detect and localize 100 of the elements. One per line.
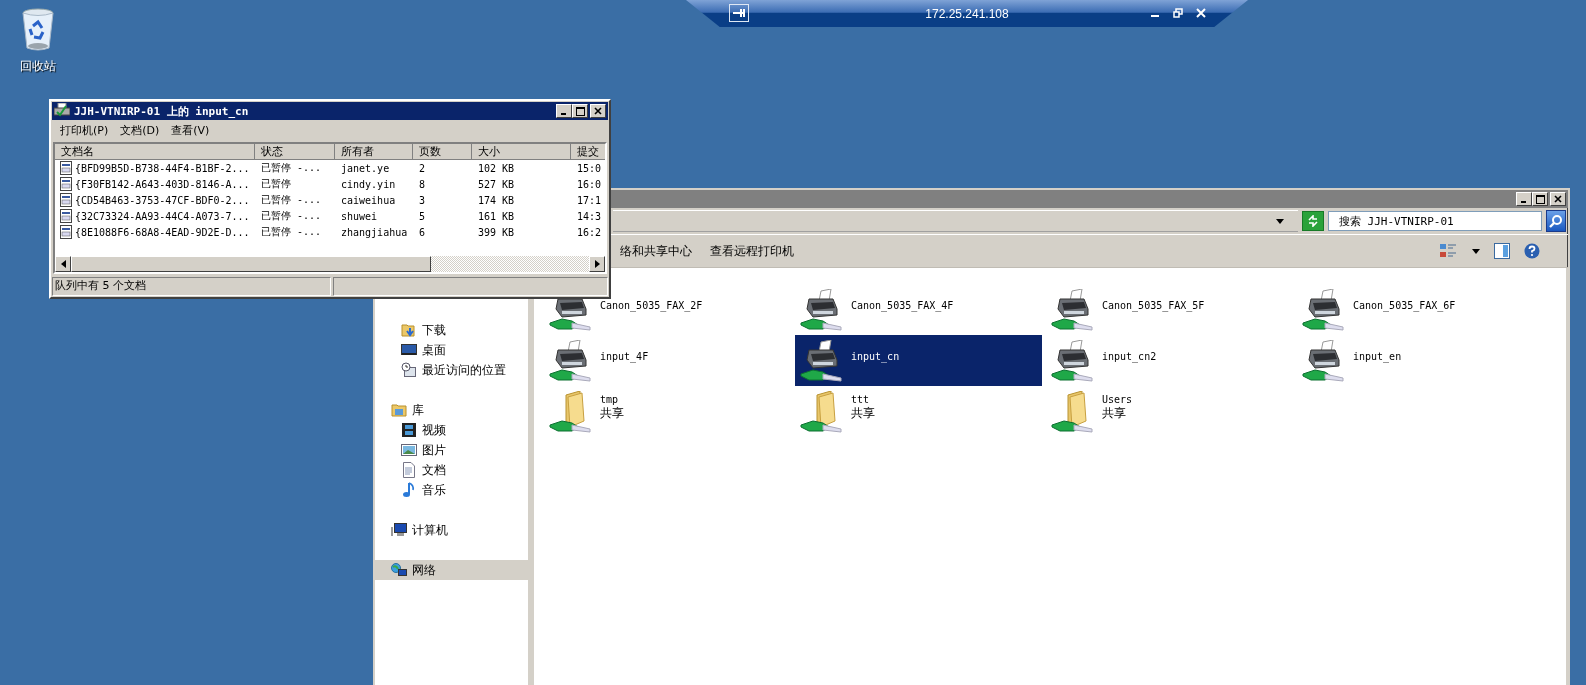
desktop-icon <box>401 342 417 358</box>
recycle-bin-icon[interactable] <box>21 8 55 52</box>
printer-icon <box>54 103 70 119</box>
table-cell-text: zhangjiahua <box>340 226 409 238</box>
column-header[interactable]: 大小 <box>472 144 571 160</box>
address-bar[interactable] <box>613 210 1298 232</box>
item-status: 共享 <box>1102 404 1127 422</box>
shared-printer-icon <box>799 339 843 382</box>
item-name: ttt <box>851 393 871 405</box>
left-arrow-icon <box>60 260 66 268</box>
document-icon <box>401 462 417 478</box>
menu-item[interactable]: 打印机(P) <box>54 121 115 140</box>
table-cell-text: 2 <box>418 162 427 174</box>
menu-item[interactable]: 查看(V) <box>165 121 216 140</box>
maximize-icon <box>1535 194 1545 204</box>
column-header[interactable]: 状态 <box>255 144 335 160</box>
dropdown-caret-icon <box>1276 218 1284 224</box>
network-icon <box>391 562 407 578</box>
printer-item[interactable]: Canon_5035_FAX_5F <box>1046 284 1293 335</box>
printer-item[interactable]: Users 共享 <box>1046 386 1293 437</box>
printer-item[interactable]: input_4F <box>544 335 791 386</box>
close-icon <box>1554 195 1562 203</box>
close-icon[interactable] <box>1196 8 1206 18</box>
printer-item[interactable]: input_cn2 <box>1046 335 1293 386</box>
printer-item[interactable]: ttt 共享 <box>795 386 1042 437</box>
toolbar-button[interactable]: 查看远程打印机 <box>701 238 803 264</box>
table-cell-text: shuwei <box>340 210 379 222</box>
item-name: Canon_5035_FAX_4F <box>851 300 954 311</box>
help-icon[interactable] <box>1524 243 1540 259</box>
refresh-button[interactable] <box>1302 211 1324 231</box>
close-icon <box>594 107 602 115</box>
item-name: tmp <box>600 393 620 405</box>
table-cell-text: caiweihua <box>340 194 397 206</box>
table-cell-text: 17:1 <box>576 194 603 206</box>
table-cell-text: 5 <box>418 210 427 222</box>
table-cell-text: 16:0 <box>576 178 603 190</box>
search-button[interactable] <box>1546 210 1566 232</box>
close-button[interactable] <box>590 104 606 118</box>
pin-button[interactable] <box>729 4 749 22</box>
printer-item[interactable]: input_en <box>1297 335 1544 386</box>
column-header[interactable]: 所有者 <box>335 144 413 160</box>
maximize-button[interactable] <box>1532 192 1548 206</box>
preview-pane-icon[interactable] <box>1494 243 1510 259</box>
table-cell-text: 已暂停 -... <box>260 225 323 239</box>
video-icon <box>401 422 417 438</box>
item-name: input_4F <box>600 351 649 362</box>
search-icon <box>1549 214 1563 228</box>
table-cell-text: 16:2 <box>576 226 603 238</box>
column-header[interactable]: 文档名 <box>55 144 255 160</box>
table-cell-text: 8 <box>418 178 427 190</box>
table-cell: {BFD99B5D-B738-44F4-B1BF-2... <box>75 162 250 174</box>
right-arrow-icon <box>594 260 600 268</box>
table-cell-text: 527 KB <box>477 178 516 190</box>
item-name: Canon_5035_FAX_5F <box>1102 300 1205 311</box>
table-cell-text: 174 KB <box>477 194 516 206</box>
shared-folder-icon <box>799 390 843 433</box>
pin-icon <box>733 8 745 18</box>
printer-item[interactable]: Canon_5035_FAX_4F <box>795 284 1042 335</box>
close-button[interactable] <box>1550 192 1566 206</box>
table-cell: {8E1088F6-68A8-4EAD-9D2E-D... <box>75 226 250 238</box>
maximize-button[interactable] <box>572 104 588 118</box>
download-icon <box>401 322 417 338</box>
dropdown-caret-icon[interactable] <box>1472 248 1480 254</box>
document-icon <box>60 161 72 175</box>
menu-item[interactable]: 文档(D) <box>114 121 166 140</box>
printer-item[interactable]: input_cn <box>795 335 1042 386</box>
table-cell-text: 3 <box>418 194 427 206</box>
shared-printer-icon <box>1050 339 1094 382</box>
document-icon <box>60 209 72 223</box>
desktop-icon-label[interactable]: 回收站 <box>20 58 56 75</box>
item-status: 共享 <box>851 404 875 422</box>
toolbar-button[interactable]: 络和共享中心 <box>611 238 701 264</box>
minimize-button[interactable] <box>556 104 572 118</box>
status-text: 队列中有 5 个文档 <box>52 277 331 296</box>
table-cell: {CD54B463-3753-47CF-BDF0-2... <box>75 194 250 206</box>
item-name: Canon_5035_FAX_2F <box>600 300 703 311</box>
document-icon <box>60 177 72 191</box>
item-name: input_cn2 <box>1102 351 1157 362</box>
printer-item[interactable]: Canon_5035_FAX_6F <box>1297 284 1544 335</box>
horizontal-scrollbar[interactable] <box>55 256 605 272</box>
window-title: JJH-VTNIRP-01 上的 input_cn <box>74 103 249 119</box>
table-cell: {32C73324-AA93-44C4-A073-7... <box>75 210 250 222</box>
computer-icon <box>391 522 407 538</box>
nav-item[interactable]: 网络 <box>375 560 528 580</box>
table-cell-text: 15:0 <box>576 162 603 174</box>
table-cell-text: 102 KB <box>477 162 516 174</box>
shared-printer-icon <box>1301 288 1345 331</box>
printer-item[interactable]: tmp 共享 <box>544 386 791 437</box>
view-options-icon[interactable] <box>1440 243 1458 259</box>
restore-icon[interactable] <box>1173 8 1183 18</box>
column-header[interactable]: 提交 <box>571 144 605 160</box>
item-name: input_en <box>1353 351 1402 362</box>
table-cell-text: 399 KB <box>477 226 516 238</box>
minimize-button[interactable] <box>1516 192 1532 206</box>
column-header[interactable]: 页数 <box>413 144 472 160</box>
table-cell-text: 已暂停 -... <box>260 161 323 175</box>
item-name: input_cn <box>851 351 900 362</box>
library-icon <box>391 402 407 418</box>
search-field[interactable]: 搜索 JJH-VTNIRP-01 <box>1328 211 1542 231</box>
item-status: 共享 <box>600 405 624 422</box>
